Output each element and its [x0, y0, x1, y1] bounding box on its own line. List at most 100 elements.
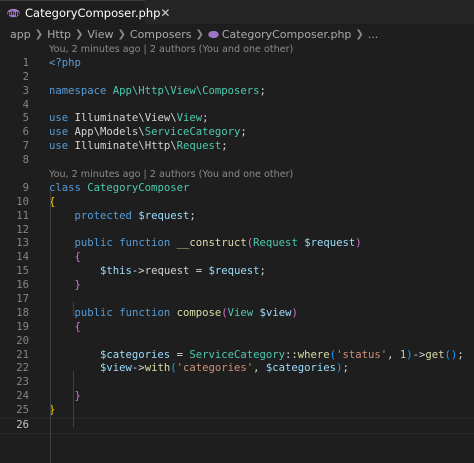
code-line: 1 <?php [0, 57, 474, 71]
variable: $this [100, 265, 132, 278]
line-number: 7 [22, 140, 29, 153]
line-number: 12 [16, 223, 29, 236]
namespace-path: Illuminate\Http\ [74, 140, 177, 153]
code-line: 24 } [0, 390, 474, 404]
punctuation: -> [131, 362, 145, 375]
indent-guide [73, 302, 74, 316]
chevron-right-icon: ❯ [117, 28, 126, 40]
code-line: 6 use App\Models\ServiceCategory; [0, 126, 474, 140]
close-icon[interactable]: ✕ [160, 6, 170, 20]
keyword: protected [74, 209, 132, 222]
code-line: 9 class CategoryComposer [0, 182, 474, 196]
variable: $categories [100, 348, 171, 361]
punctuation: :: [285, 348, 298, 361]
chevron-right-icon: ❯ [75, 28, 84, 40]
code-line: 19 { [0, 321, 474, 335]
punctuation: , [253, 362, 266, 375]
class-name: View [227, 306, 254, 319]
function-name: get [425, 348, 445, 361]
punctuation: = [189, 265, 209, 278]
tab-category-composer[interactable]: php CategoryComposer.php ✕ [0, 0, 170, 24]
line-number: 9 [22, 181, 29, 194]
codelens-authors[interactable]: You, 2 minutes ago | 2 authors (You and … [0, 43, 474, 57]
property: request [144, 265, 190, 278]
line-number: 22 [16, 362, 29, 375]
punctuation: -> [412, 348, 426, 361]
line-number: 20 [16, 334, 29, 347]
class-name: CategoryComposer [87, 181, 190, 194]
code-line-current: 26 [0, 418, 474, 434]
punctuation: ; [342, 362, 349, 375]
function-name: compose [176, 306, 222, 319]
function-name: with [144, 362, 171, 375]
line-number: 19 [16, 320, 29, 333]
indent-guide [50, 191, 51, 463]
keyword: public [74, 306, 113, 319]
brace: { [74, 251, 81, 264]
punctuation: ; [259, 265, 266, 278]
code-line: 8 [0, 154, 474, 168]
punctuation: , [387, 348, 400, 361]
code-line: 2 [0, 71, 474, 85]
string: 'categories' [176, 362, 254, 375]
variable: $request [138, 209, 190, 222]
chevron-right-icon: ❯ [195, 28, 204, 40]
namespace-path: App\Models\ [74, 126, 145, 139]
class-name: ServiceCategory [189, 348, 286, 361]
php-file-icon [208, 30, 219, 39]
indent-guide [73, 371, 74, 427]
string: 'status' [336, 348, 388, 361]
breadcrumb: app ❯ Http ❯ View ❯ Composers ❯ Category… [0, 25, 474, 43]
namespace-path: Illuminate\View\ [74, 112, 177, 125]
breadcrumb-file[interactable]: CategoryComposer.php [222, 28, 352, 41]
breadcrumb-app[interactable]: app [10, 28, 31, 41]
line-number: 8 [22, 154, 29, 167]
class-name: Request [176, 140, 222, 153]
tab-label: CategoryComposer.php [25, 5, 161, 20]
brace: } [74, 390, 81, 403]
code-line: 3 namespace App\Http\View\Composers; [0, 85, 474, 99]
brace: } [74, 279, 81, 292]
code-line: 21 $categories = ServiceCategory::where(… [0, 349, 474, 363]
keyword: class [49, 181, 81, 194]
class-name: Request [253, 237, 298, 250]
line-number: 17 [16, 293, 29, 306]
code-line: 4 [0, 99, 474, 113]
punctuation: -> [131, 265, 145, 278]
class-name: ServiceCategory [144, 126, 241, 139]
line-number: 11 [16, 209, 29, 222]
keyword: namespace [49, 84, 107, 97]
breadcrumb-http[interactable]: Http [47, 28, 71, 41]
line-number: 10 [16, 195, 29, 208]
function-name: __construct [176, 237, 247, 250]
variable: $view [100, 362, 132, 375]
keyword: use [49, 126, 69, 139]
code-line: 7 use Illuminate\Http\Request; [0, 140, 474, 154]
variable: $view [259, 306, 292, 319]
codelens-authors[interactable]: You, 2 minutes ago | 2 authors (You and … [0, 168, 474, 182]
line-number: 4 [22, 98, 29, 111]
line-number: 3 [22, 84, 29, 97]
line-number: 24 [16, 390, 29, 403]
keyword: public [74, 237, 113, 250]
php-file-icon: php [7, 8, 20, 18]
line-number: 16 [16, 279, 29, 292]
punctuation: ; [457, 348, 464, 361]
breadcrumb-view[interactable]: View [87, 28, 113, 41]
line-number: 18 [16, 306, 29, 319]
code-editor[interactable]: You, 2 minutes ago | 2 authors (You and … [0, 43, 474, 463]
code-line: 16 } [0, 279, 474, 293]
line-number: 23 [16, 376, 29, 389]
keyword: use [49, 140, 69, 153]
code-line: 13 public function __construct(Request $… [0, 237, 474, 251]
punctuation: ; [202, 112, 209, 125]
line-number: 13 [16, 237, 29, 250]
breadcrumb-composers[interactable]: Composers [130, 28, 192, 41]
punctuation: ; [259, 84, 266, 97]
code-line: 10{ [0, 196, 474, 210]
line-number: 14 [16, 251, 29, 264]
code-line: 12 [0, 224, 474, 238]
breadcrumb-more[interactable]: ... [368, 28, 379, 41]
line-number: 6 [22, 126, 29, 139]
namespace-name: App\Http\View\Composers [112, 84, 260, 97]
